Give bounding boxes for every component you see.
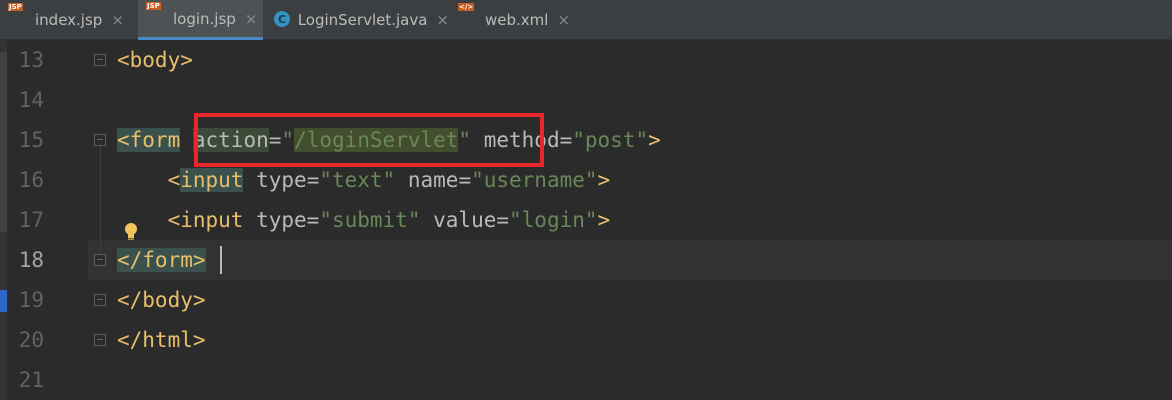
value-post: "post"	[572, 128, 649, 152]
close-icon[interactable]: ×	[245, 10, 258, 28]
jsp-file-icon: JSP	[8, 3, 23, 11]
annotation-highlight-box	[194, 113, 544, 167]
fold-guide	[100, 146, 101, 254]
tag-body: <body>	[117, 48, 193, 72]
tab-label: login.jsp	[173, 9, 236, 28]
xml-file-icon: </>	[458, 3, 475, 11]
attr-value: value	[433, 208, 497, 232]
code-line-19[interactable]: </body>	[117, 280, 206, 320]
code-line-17[interactable]: <input type="submit" value="login">	[117, 200, 611, 240]
jsp-file-icon: JSP	[146, 1, 161, 10]
line-number: 20	[18, 328, 44, 352]
tag-form-close: </form>	[117, 248, 206, 272]
line-number: 17	[18, 208, 44, 232]
close-icon[interactable]: ×	[111, 11, 124, 29]
fold-marker-icon[interactable]	[94, 54, 106, 66]
line-number: 15	[18, 128, 44, 152]
tag-input: <input	[167, 208, 244, 232]
tag-body-close: </body>	[117, 288, 206, 312]
line-number: 14	[18, 88, 44, 112]
editor-tab-bar: JSP index.jsp × JSP login.jsp × C LoginS…	[0, 0, 1172, 40]
line-number: 19	[18, 288, 44, 312]
java-class-icon: C	[274, 11, 291, 29]
lightbulb-icon[interactable]	[124, 222, 138, 242]
tag-open-bracket: <	[167, 168, 181, 192]
tag-close: >	[597, 208, 611, 232]
fold-marker-icon[interactable]	[94, 334, 106, 346]
line-number: 16	[18, 168, 44, 192]
code-line-18[interactable]: </form>	[117, 240, 206, 280]
fold-marker-icon[interactable]	[94, 134, 106, 146]
tab-label: web.xml	[485, 11, 549, 29]
equals: =	[559, 128, 573, 152]
line-number: 13	[18, 48, 44, 72]
value-text: "text"	[319, 168, 396, 192]
close-icon[interactable]: ×	[436, 11, 449, 29]
attr-type: type	[256, 208, 307, 232]
code-line-20[interactable]: </html>	[117, 320, 206, 360]
current-line-highlight	[88, 240, 1172, 280]
line-number: 21	[18, 368, 44, 392]
text-caret	[220, 246, 222, 274]
value-username: "username"	[471, 168, 598, 192]
close-icon[interactable]: ×	[557, 11, 570, 29]
tab-web-xml[interactable]: </> web.xml ×	[450, 0, 575, 40]
value-login: "login"	[509, 208, 598, 232]
tag-html-close: </html>	[117, 328, 206, 352]
tag-form-open: <form	[117, 128, 181, 152]
code-line-13[interactable]: <body>	[117, 40, 193, 80]
tab-loginservlet-java[interactable]: C LoginServlet.java ×	[264, 0, 449, 40]
fold-marker-icon[interactable]	[94, 254, 106, 266]
tab-label: LoginServlet.java	[297, 11, 428, 29]
tab-label: index.jsp	[35, 11, 103, 29]
attr-type: type	[256, 168, 307, 192]
tag-close: >	[648, 128, 661, 152]
tag-input: input	[180, 168, 244, 192]
value-submit: "submit"	[319, 208, 421, 232]
tag-close: >	[597, 168, 611, 192]
line-number-current: 18	[18, 248, 44, 272]
attr-name: name	[407, 168, 459, 192]
tab-index-jsp[interactable]: JSP index.jsp ×	[0, 0, 137, 40]
tab-login-jsp[interactable]: JSP login.jsp ×	[138, 0, 263, 40]
fold-marker-icon[interactable]	[94, 294, 106, 306]
